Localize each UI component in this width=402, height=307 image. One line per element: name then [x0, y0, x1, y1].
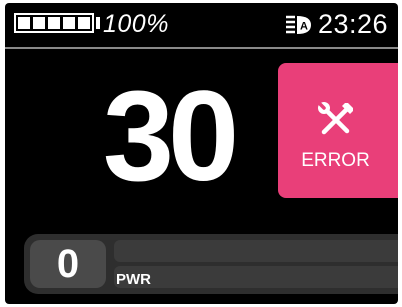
speed-readout: 30: [102, 65, 239, 208]
battery-cell: [48, 17, 60, 29]
battery-percentage: 100%: [103, 10, 169, 38]
power-bar: 0 PWR: [24, 234, 398, 294]
error-tile[interactable]: ERROR: [278, 63, 398, 198]
battery-icon: [14, 13, 94, 33]
battery-cell: [33, 17, 45, 29]
display-screen: 100% A 23:26 30 ERROR 0 PWR: [5, 3, 398, 304]
error-label: ERROR: [301, 150, 370, 171]
battery-tip: [96, 17, 100, 29]
status-bar: 100% A 23:26: [5, 3, 398, 46]
headlight-auto-icon: A: [286, 15, 311, 34]
power-value: 0: [30, 240, 106, 288]
power-label: PWR: [116, 271, 151, 288]
power-gauge-track-lower: [114, 266, 398, 288]
power-gauge-track: [114, 240, 398, 262]
clock: 23:26: [318, 9, 389, 39]
svg-text:A: A: [300, 21, 308, 33]
battery-cell: [18, 17, 30, 29]
status-divider: [5, 47, 398, 49]
battery-cell: [63, 17, 75, 29]
wrench-screwdriver-icon: [317, 101, 353, 135]
battery-cell: [78, 17, 90, 29]
